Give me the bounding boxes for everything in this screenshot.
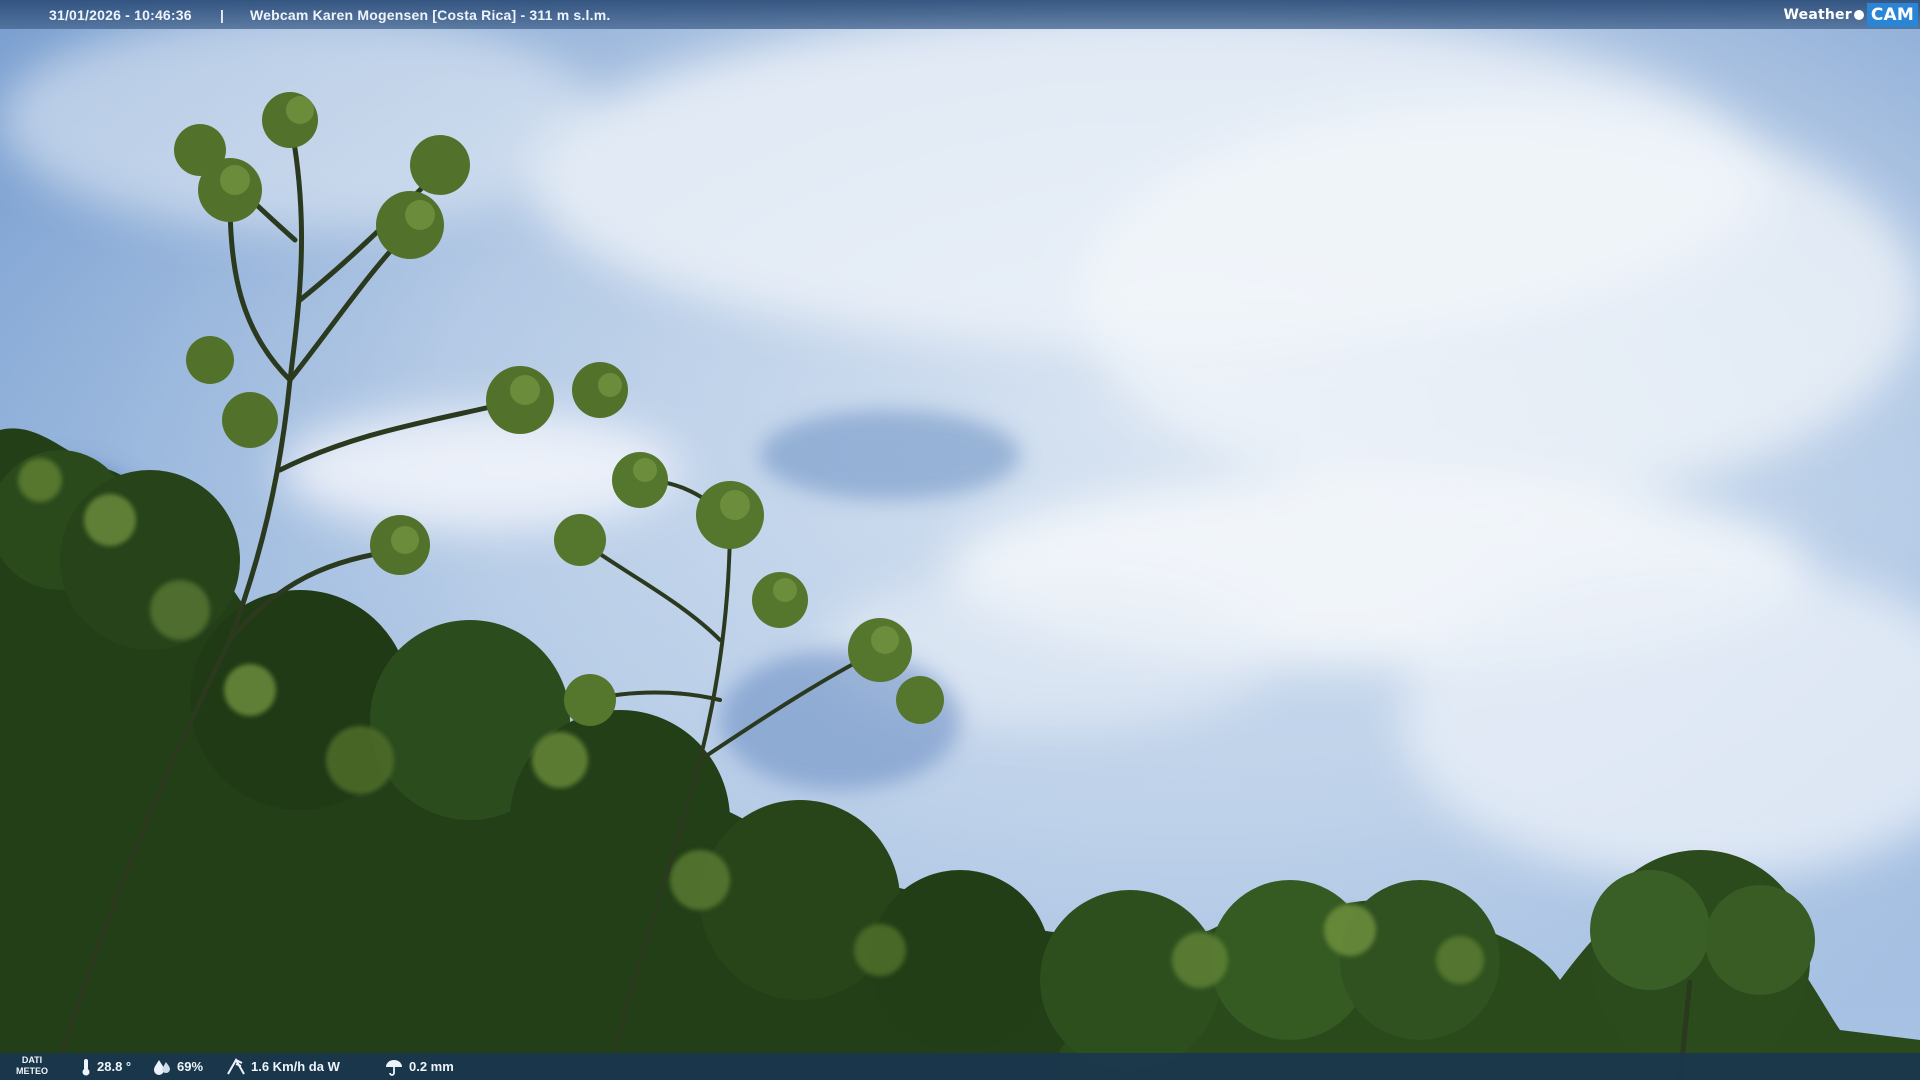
weather-data-label: DATI METEO	[16, 1055, 48, 1077]
top-info-bar: 31/01/2026 - 10:46:36 | Webcam Karen Mog…	[0, 0, 1920, 29]
separator: |	[220, 7, 225, 23]
weather-data-label-line2: METEO	[16, 1066, 49, 1076]
rain-readout: 0.2 mm	[384, 1053, 454, 1080]
rain-value: 0.2 mm	[409, 1059, 454, 1074]
wind-readout: 1.6 Km/h da W	[226, 1053, 340, 1080]
rain-icon	[386, 1059, 402, 1076]
humidity-readout: 69%	[152, 1053, 203, 1080]
timestamp: 31/01/2026 - 10:46:36	[49, 7, 192, 23]
webcam-image	[0, 0, 1920, 1080]
weathercam-logo: Weather CAM	[1783, 2, 1918, 27]
webcam-location: Webcam Karen Mogensen [Costa Rica] - 311…	[250, 7, 611, 23]
humidity-drop-icon	[154, 1059, 170, 1075]
temperature-value: 28.8 °	[97, 1059, 132, 1074]
humidity-value: 69%	[177, 1059, 204, 1074]
logo-dot	[1853, 9, 1864, 20]
weather-data-label-line1: DATI	[21, 1055, 43, 1065]
temperature-readout: 28.8 °	[80, 1053, 131, 1080]
thermometer-icon	[82, 1058, 90, 1075]
logo-text-cam: CAM	[1866, 2, 1918, 27]
wind-icon	[227, 1057, 245, 1074]
logo-text-weather: Weather	[1783, 6, 1852, 23]
webcam-scene	[0, 0, 1920, 1080]
wind-value: 1.6 Km/h da W	[251, 1059, 340, 1074]
weather-data-bar: DATI METEO 28.8 ° 69% 1.6 Km/h da W 0.2 …	[0, 1053, 1920, 1080]
